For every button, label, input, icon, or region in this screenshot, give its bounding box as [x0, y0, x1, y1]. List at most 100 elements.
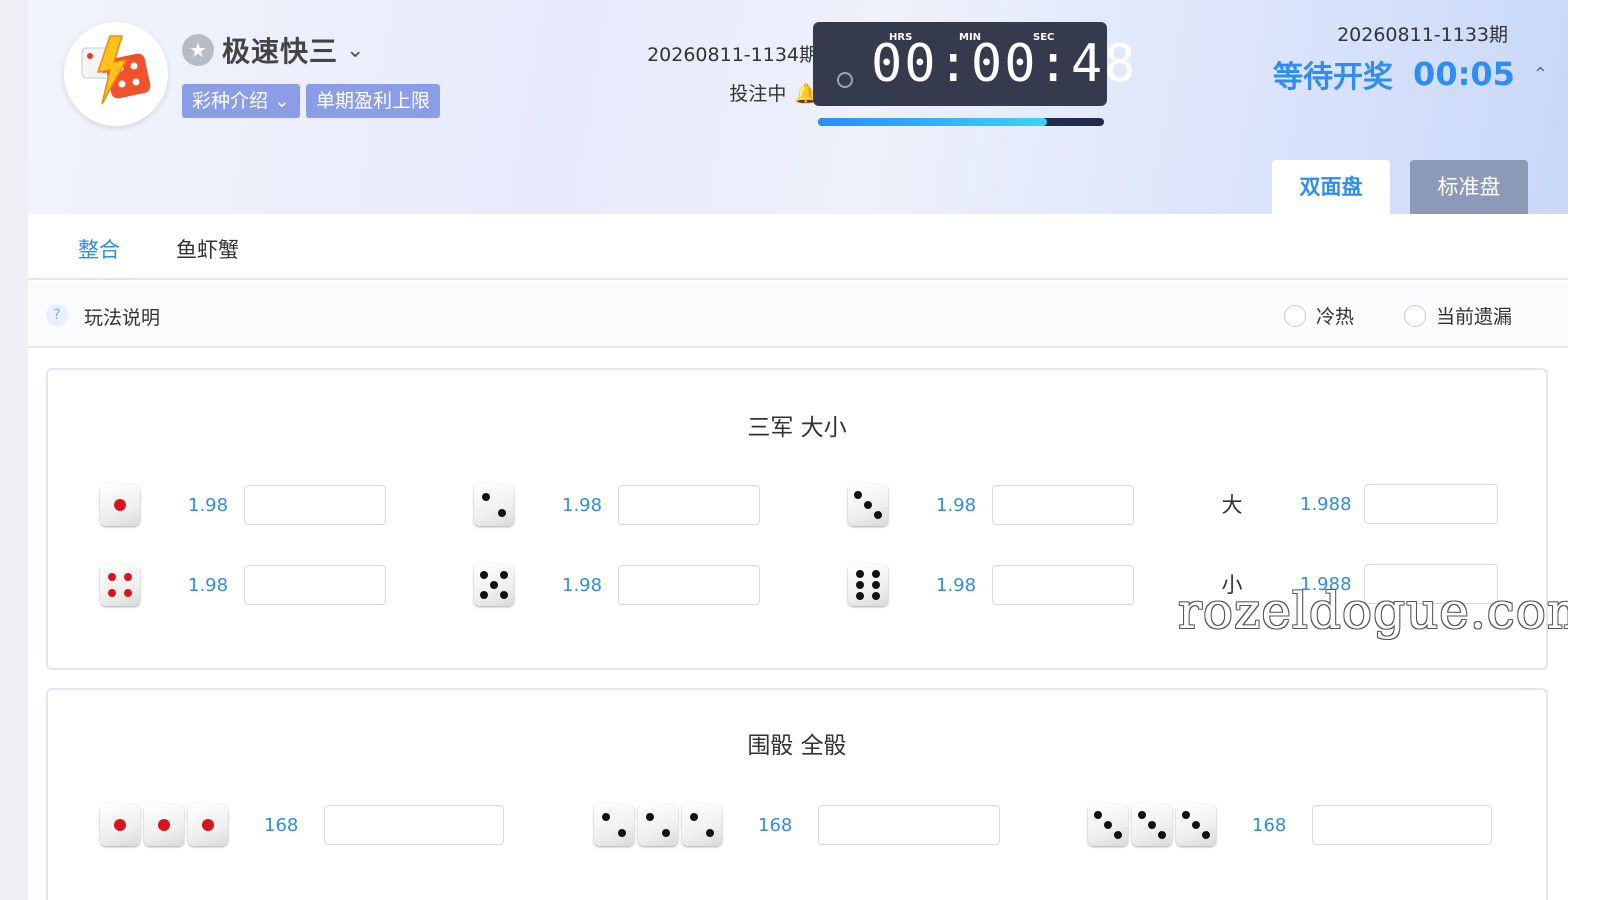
- odds-value: 168: [264, 814, 299, 836]
- die-pip: [873, 511, 882, 520]
- alarm-clock-icon: [837, 72, 853, 88]
- die-4-icon: [100, 564, 140, 606]
- die-pip: [618, 829, 626, 838]
- header: ★ 极速快三 ⌄ 彩种介绍 ⌄ 单期盈利上限 20260811-1134期 投注…: [28, 0, 1568, 214]
- tab-standard[interactable]: 标准盘: [1410, 160, 1528, 214]
- die-3-icon: [1176, 804, 1216, 846]
- odds-value: 1.98: [936, 494, 977, 516]
- last-issue-number: 20260811-1133期: [1337, 24, 1508, 46]
- tab-integrated[interactable]: 整合: [78, 234, 120, 264]
- tab-double-sided[interactable]: 双面盘: [1272, 160, 1390, 214]
- next-issue-number: 20260811-1134期: [647, 44, 818, 66]
- die-pip: [108, 589, 116, 598]
- panel-triple-dice: 围骰 全骰 168 168 168: [46, 688, 1548, 900]
- odds-value: 168: [758, 814, 793, 836]
- odds-value: 1.98: [936, 574, 977, 596]
- die-pip: [1148, 821, 1156, 829]
- bet-cell-die-5: 1.98: [474, 564, 761, 606]
- bet-cell-triple-1: 168: [100, 804, 505, 846]
- bet-amount-input[interactable]: [992, 565, 1135, 605]
- die-pip: [1104, 821, 1112, 829]
- die-pip: [114, 499, 126, 511]
- draw-status: 等待开奖 00:05 ⌃: [1258, 52, 1548, 96]
- die-pip: [662, 829, 670, 838]
- hot-cold-radio[interactable]: [1284, 304, 1306, 327]
- bet-amount-input[interactable]: [818, 805, 1001, 845]
- countdown-progress-fill: [818, 118, 1047, 126]
- die-1-icon: [100, 804, 140, 846]
- bet-cell-big: 大 1.988: [1212, 484, 1498, 524]
- current-issue-info: 20260811-1134期 投注中 🔔: [588, 40, 818, 106]
- die-pip: [499, 591, 508, 600]
- rules-link[interactable]: 玩法说明: [84, 303, 160, 330]
- bet-cell-die-2: 1.98: [474, 484, 761, 526]
- die-2-icon: [638, 804, 678, 846]
- die-pip: [114, 819, 126, 831]
- plate-tabs: 双面盘 标准盘: [1272, 160, 1528, 214]
- countdown-time: 00:00:48: [871, 34, 1138, 94]
- bet-cell-die-4: 1.98: [100, 564, 387, 606]
- die-pip: [856, 570, 864, 579]
- die-pip: [872, 591, 880, 600]
- die-pip: [1192, 821, 1200, 829]
- favorite-star-icon[interactable]: ★: [182, 34, 214, 66]
- betting-status-text: 投注中: [729, 83, 787, 105]
- die-pip: [108, 572, 116, 581]
- die-pip: [856, 581, 864, 589]
- bet-cell-die-6: 1.98: [848, 564, 1135, 606]
- profit-limit-button[interactable]: 单期盈利上限: [305, 84, 440, 118]
- bet-amount-input[interactable]: [324, 805, 505, 845]
- game-intro-button[interactable]: 彩种介绍 ⌄: [182, 84, 300, 118]
- die-3-icon: [848, 484, 888, 526]
- panel-title: 围骰 全骰: [747, 733, 847, 759]
- bet-amount-input[interactable]: [618, 485, 761, 525]
- die-pip: [646, 812, 654, 821]
- betting-status: 投注中 🔔: [588, 79, 818, 106]
- chevron-down-icon[interactable]: ⌄: [346, 38, 364, 63]
- bet-cell-triple-3: 168: [1088, 804, 1493, 846]
- die-pip: [854, 490, 863, 499]
- odds-value: 1.98: [188, 574, 229, 596]
- bet-amount-input[interactable]: [1363, 484, 1498, 524]
- die-pip: [1113, 831, 1122, 840]
- bet-amount-input[interactable]: [1312, 805, 1493, 845]
- die-pip: [856, 591, 864, 600]
- die-1-icon: [100, 484, 140, 526]
- hot-cold-option[interactable]: 冷热: [1284, 302, 1354, 329]
- die-pip: [480, 570, 489, 579]
- odds-value: 1.98: [562, 494, 603, 516]
- die-pip: [872, 581, 880, 589]
- game-title: 极速快三: [222, 35, 339, 68]
- wait-draw-time: 00:05: [1413, 55, 1515, 93]
- game-selector[interactable]: ★ 极速快三 ⌄: [182, 30, 364, 70]
- watermark-text: rozeldogue.com: [1178, 582, 1596, 640]
- die-pip: [499, 570, 508, 579]
- bet-amount-input[interactable]: [244, 485, 387, 525]
- die-pip: [690, 812, 698, 821]
- odds-value: 1.988: [1300, 493, 1352, 515]
- die-pip: [480, 591, 489, 600]
- current-missing-option[interactable]: 当前遗漏: [1404, 302, 1512, 329]
- die-pip: [602, 812, 610, 821]
- die-6-icon: [848, 564, 888, 606]
- bet-amount-input[interactable]: [244, 565, 387, 605]
- die-pip: [1201, 831, 1210, 840]
- chevron-up-icon[interactable]: ⌃: [1533, 64, 1548, 85]
- bet-amount-input[interactable]: [618, 565, 761, 605]
- odds-value: 168: [1252, 814, 1287, 836]
- die-pip: [1138, 810, 1147, 819]
- die-1-icon: [144, 804, 184, 846]
- die-pip: [1094, 810, 1103, 819]
- die-pip: [482, 492, 490, 501]
- die-pip: [490, 581, 498, 589]
- tab-fish-shrimp-crab[interactable]: 鱼虾蟹: [176, 234, 239, 264]
- die-pip: [124, 572, 132, 581]
- help-icon[interactable]: ?: [46, 304, 68, 326]
- die-pip: [706, 829, 714, 838]
- die-2-icon: [682, 804, 722, 846]
- die-pip: [1157, 831, 1166, 840]
- countdown-progress-bar: [818, 118, 1104, 126]
- current-missing-radio[interactable]: [1404, 304, 1426, 327]
- die-2-icon: [474, 484, 514, 526]
- bet-amount-input[interactable]: [992, 485, 1135, 525]
